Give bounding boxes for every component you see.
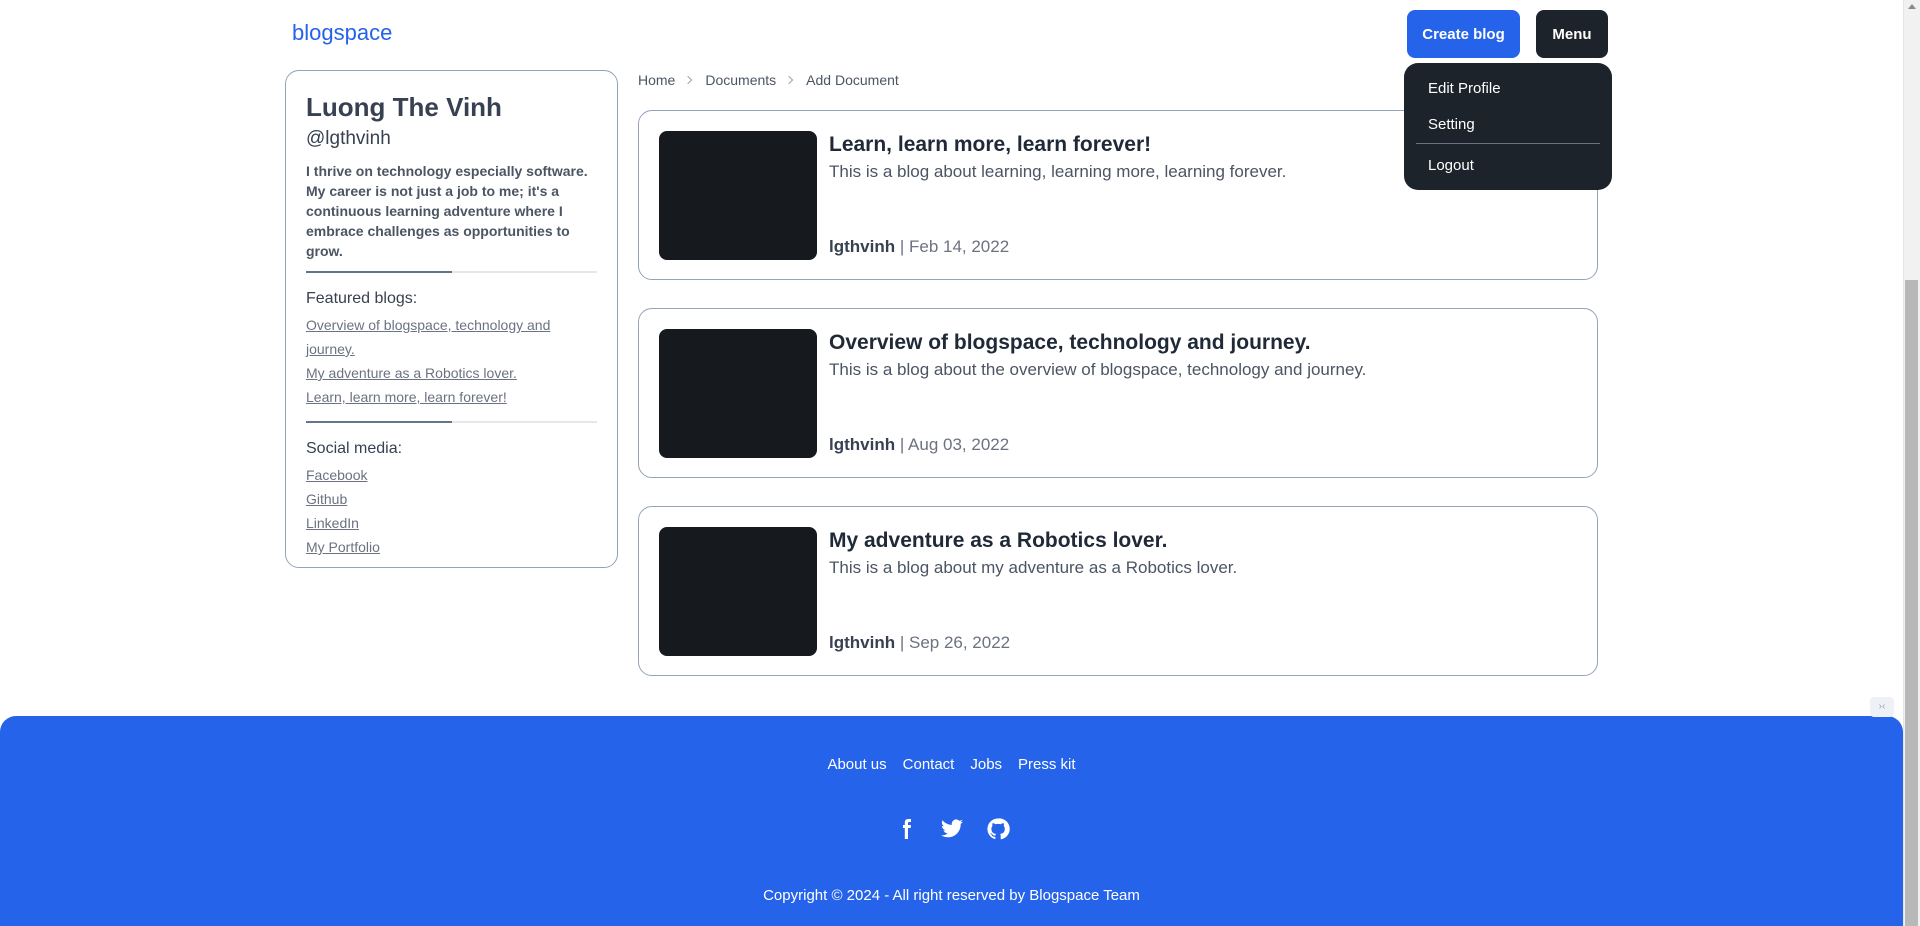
facebook-icon[interactable]: [894, 816, 918, 842]
top-navbar: blogspace Create blog Menu: [0, 0, 1903, 68]
footer-link-jobs[interactable]: Jobs: [970, 756, 1002, 773]
social-link-portfolio[interactable]: My Portfolio: [306, 535, 597, 559]
footer-link-about[interactable]: About us: [827, 756, 886, 773]
menu-item-setting[interactable]: Setting: [1412, 107, 1604, 143]
blog-description: This is a blog about learning, learning …: [829, 162, 1287, 181]
copyright-text: Copyright © 2024 - All right reserved by…: [763, 887, 1140, 904]
create-blog-button[interactable]: Create blog: [1407, 10, 1520, 58]
blog-card[interactable]: Overview of blogspace, technology and jo…: [638, 308, 1598, 478]
social-link-facebook[interactable]: Facebook: [306, 463, 597, 487]
blog-author: lgthvinh: [829, 633, 896, 652]
twitter-icon[interactable]: [940, 816, 964, 842]
blog-meta: lgthvinh | Aug 03, 2022: [829, 434, 1009, 456]
breadcrumb: Home Documents Add Document: [638, 70, 899, 90]
meta-separator: |: [899, 237, 909, 256]
site-logo[interactable]: blogspace: [292, 20, 392, 46]
github-icon[interactable]: [986, 816, 1010, 842]
breadcrumb-documents[interactable]: Documents: [705, 72, 776, 88]
social-media-list: Facebook Github LinkedIn My Portfolio: [306, 463, 597, 559]
social-media-title: Social media:: [306, 440, 403, 457]
featured-blog-link[interactable]: Overview of blogspace, technology and jo…: [306, 313, 597, 361]
blog-date: Feb 14, 2022: [908, 237, 1010, 256]
blog-title[interactable]: My adventure as a Robotics lover.: [829, 527, 1167, 555]
social-link-linkedin[interactable]: LinkedIn: [306, 511, 597, 535]
blog-description: This is a blog about the overview of blo…: [829, 360, 1367, 379]
menu-item-edit-profile[interactable]: Edit Profile: [1412, 71, 1604, 107]
profile-handle: @lgthvinh: [306, 128, 391, 149]
menu-divider: [1416, 143, 1600, 144]
chevron-right-icon: [684, 75, 693, 85]
menu-item-logout[interactable]: Logout: [1412, 148, 1604, 184]
blog-thumbnail: [659, 527, 817, 656]
blog-meta: lgthvinh | Feb 14, 2022: [829, 236, 1009, 258]
blog-thumbnail: [659, 131, 817, 260]
scrollbar-thumb[interactable]: [1905, 280, 1918, 926]
meta-separator: |: [899, 435, 909, 454]
chevron-right-icon: [784, 75, 794, 85]
featured-blog-link[interactable]: My adventure as a Robotics lover.: [306, 361, 597, 385]
blog-date: Aug 03, 2022: [908, 435, 1010, 454]
breadcrumb-home[interactable]: Home: [638, 72, 675, 88]
blog-title[interactable]: Learn, learn more, learn forever!: [829, 131, 1151, 159]
footer-link-press-kit[interactable]: Press kit: [1018, 756, 1076, 773]
profile-name: Luong The Vinh: [306, 92, 502, 122]
blog-card[interactable]: My adventure as a Robotics lover. This i…: [638, 506, 1598, 676]
blog-description: This is a blog about my adventure as a R…: [829, 558, 1238, 577]
breadcrumb-add-document: Add Document: [806, 72, 899, 88]
blog-author: lgthvinh: [829, 237, 896, 256]
blog-author: lgthvinh: [829, 435, 896, 454]
meta-separator: |: [899, 633, 909, 652]
social-link-github[interactable]: Github: [306, 487, 597, 511]
sidebar-divider: [306, 271, 597, 273]
blog-date: Sep 26, 2022: [908, 633, 1011, 652]
collapse-handle-icon[interactable]: ›‹: [1870, 697, 1894, 717]
blog-title[interactable]: Overview of blogspace, technology and jo…: [829, 329, 1311, 357]
featured-blogs-title: Featured blogs:: [306, 290, 418, 307]
profile-bio: I thrive on technology especially softwa…: [306, 163, 588, 259]
menu-button[interactable]: Menu: [1536, 10, 1608, 58]
blog-meta: lgthvinh | Sep 26, 2022: [829, 632, 1010, 654]
footer-social-icons: [0, 816, 1903, 842]
site-footer: About us Contact Jobs Press kit Copyrigh…: [0, 716, 1903, 926]
scroll-up-icon[interactable]: [1908, 4, 1916, 9]
page-scrollbar[interactable]: [1903, 0, 1920, 926]
footer-link-contact[interactable]: Contact: [903, 756, 955, 773]
featured-blogs-list: Overview of blogspace, technology and jo…: [306, 313, 597, 409]
profile-sidebar: Luong The Vinh @lgthvinh I thrive on tec…: [285, 70, 618, 568]
menu-dropdown: Edit Profile Setting Logout: [1404, 63, 1612, 190]
sidebar-divider: [306, 421, 597, 423]
footer-links: About us Contact Jobs Press kit: [0, 756, 1903, 773]
featured-blog-link[interactable]: Learn, learn more, learn forever!: [306, 385, 597, 409]
blog-thumbnail: [659, 329, 817, 458]
